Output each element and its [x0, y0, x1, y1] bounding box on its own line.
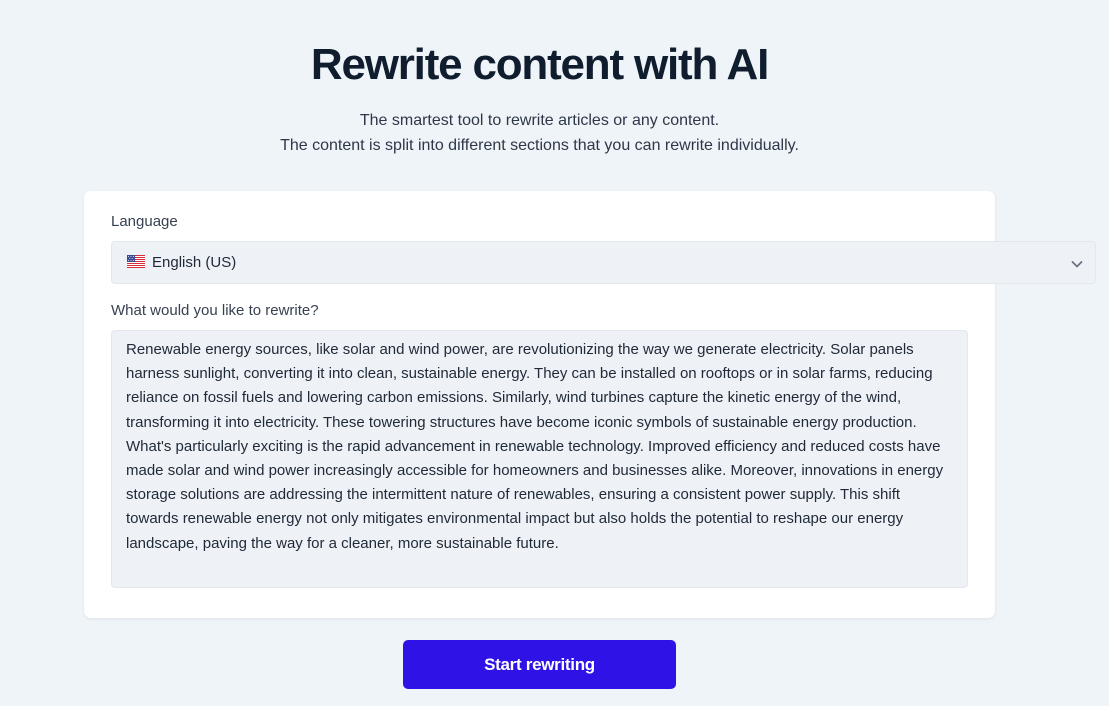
page-title: Rewrite content with AI	[310, 40, 769, 89]
language-select-value: English (US)	[152, 254, 237, 271]
rewrite-text-input[interactable]: Renewable energy sources, like solar and…	[111, 330, 968, 588]
language-select[interactable]: English (US)	[111, 241, 1096, 284]
rewrite-text-label: What would you like to rewrite?	[111, 302, 319, 319]
rewrite-form-card: Language English (US) What would you lik	[84, 191, 1096, 618]
page-subtitle: The smartest tool to rewrite articles or…	[0, 108, 1079, 158]
subtitle-line-1: The smartest tool to rewrite articles or…	[359, 112, 720, 129]
us-flag-icon	[127, 255, 145, 268]
language-label: Language	[111, 213, 178, 230]
start-rewriting-button[interactable]: Start rewriting	[403, 640, 676, 689]
chevron-down-icon	[1071, 261, 1083, 268]
subtitle-line-2: The content is split into different sect…	[280, 137, 799, 154]
